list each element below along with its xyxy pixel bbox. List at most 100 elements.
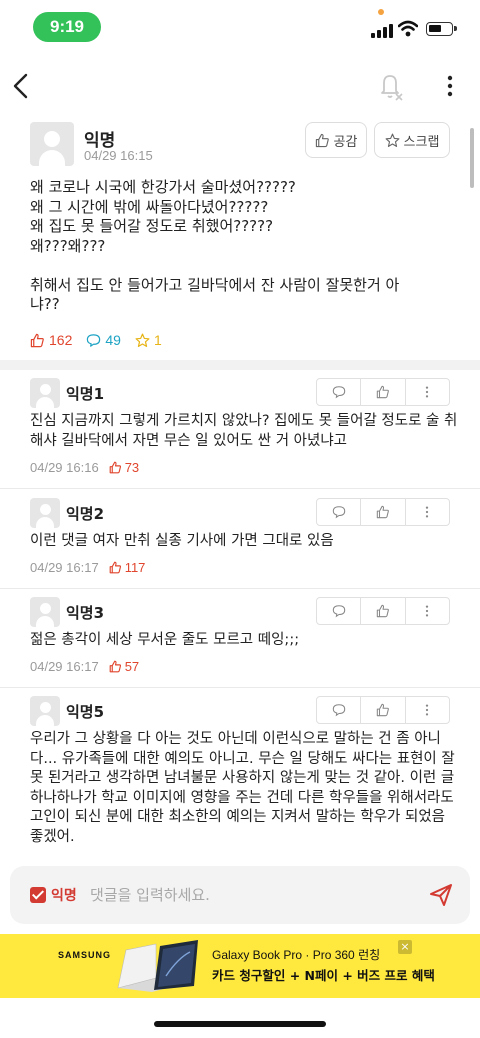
comment-separator (0, 687, 480, 688)
post-date: 04/29 16:15 (84, 148, 153, 163)
ad-subline: 카드 청구할인 + N페이 + 버즈 프로 혜택 (212, 968, 435, 983)
post-avatar (30, 122, 74, 166)
post-divider (0, 360, 480, 370)
comment-actions (316, 597, 450, 625)
more-vertical-icon (426, 704, 429, 716)
more-vertical-icon[interactable] (438, 70, 462, 102)
comment-reply-button[interactable] (317, 697, 362, 723)
status-time: 9:19 (33, 12, 101, 42)
post-scrap-label: 스크랩 (403, 134, 440, 150)
post-like-label: 공감 (333, 134, 358, 150)
thumbs-up-icon (109, 461, 121, 474)
more-vertical-icon (426, 605, 429, 617)
home-indicator[interactable] (154, 1021, 326, 1027)
post-comment-count: 49 (86, 332, 121, 348)
comment-text: 이런 댓글 여자 만취 실종 기사에 가면 그대로 있음 (30, 533, 334, 549)
tablet-image (154, 940, 198, 990)
comment-meta: 04/29 16:16 73 (30, 460, 139, 475)
comment-meta: 04/29 16:17 117 (30, 560, 145, 575)
thumbs-up-icon (376, 505, 389, 519)
comment-more-button[interactable] (406, 499, 449, 525)
post-body: 왜 코로나 시국에 한강가서 술마셨어????? 왜 그 시간에 밖에 싸돌아다… (30, 178, 400, 313)
comment-like-value: 73 (124, 460, 140, 475)
comment-author: 익명1 (66, 385, 105, 403)
ad-headline: Galaxy Book Pro · Pro 360 런칭 (212, 948, 381, 962)
comment-avatar (30, 597, 60, 627)
thumbs-up-icon (109, 561, 121, 574)
comment-reply-button[interactable] (317, 499, 362, 525)
anonymous-label[interactable]: 익명 (51, 885, 77, 905)
comment-date: 04/29 16:16 (30, 460, 99, 475)
thumbs-up-icon (109, 660, 121, 673)
thumbs-up-icon (376, 385, 389, 399)
speech-bubble-icon (332, 386, 345, 399)
post-scrap-button[interactable]: 스크랩 (374, 122, 450, 158)
comment-text: 진심 지금까지 그렇게 가르치지 않았나? 집에도 못 들어갈 정도로 술 취해… (30, 413, 458, 449)
anonymous-checkbox[interactable] (30, 887, 46, 903)
comment-reply-button[interactable] (317, 598, 362, 624)
comment-actions (316, 378, 450, 406)
comment-like-count: 73 (109, 460, 139, 475)
comment-text: 우리가 그 상황을 다 아는 것도 아닌데 이런식으로 말하는 건 좀 아니다.… (30, 731, 455, 845)
comment-date: 04/29 16:17 (30, 659, 99, 674)
comment-more-button[interactable] (406, 598, 449, 624)
comment-reply-button[interactable] (317, 379, 362, 405)
cellular-signal-icon (371, 24, 393, 38)
post-like-count: 162 (30, 332, 72, 348)
post-stats: 162 49 1 (30, 332, 162, 348)
thumbs-up-icon (376, 604, 389, 618)
bell-off-icon[interactable] (376, 70, 406, 102)
comment-avatar (30, 498, 60, 528)
thumbs-up-icon (315, 133, 329, 147)
star-icon (135, 333, 150, 347)
ad-close-icon[interactable]: × (398, 940, 412, 954)
comment-separator (0, 588, 480, 589)
comment-more-button[interactable] (406, 379, 449, 405)
comment-like-button[interactable] (361, 499, 406, 525)
thumbs-up-icon (30, 333, 44, 347)
comment-like-button[interactable] (361, 379, 406, 405)
comment-meta: 04/29 16:17 57 (30, 659, 139, 674)
comment-author: 익명5 (66, 703, 105, 721)
comment-input[interactable] (90, 880, 410, 910)
comment-like-count: 57 (109, 659, 139, 674)
top-navigation (0, 60, 480, 112)
speech-bubble-icon (87, 333, 101, 347)
comment-like-button[interactable] (361, 697, 406, 723)
star-icon (385, 133, 399, 147)
comment-avatar (30, 696, 60, 726)
speech-bubble-icon (332, 605, 345, 618)
ad-brand: SAMSUNG (58, 950, 112, 960)
post-comment-value: 49 (105, 332, 121, 348)
more-vertical-icon (426, 386, 429, 398)
post-scrap-value: 1 (153, 332, 162, 348)
speech-bubble-icon (332, 506, 345, 519)
privacy-indicator-dot (378, 9, 384, 15)
comment-separator (0, 488, 480, 489)
send-icon[interactable] (428, 882, 454, 908)
thumbs-up-icon (376, 703, 389, 717)
comment-text: 젊은 총각이 세상 무서운 줄도 모르고 떼잉;;; (30, 632, 300, 648)
status-bar: 9:19 (0, 0, 480, 56)
comment-like-value: 117 (124, 560, 146, 575)
comment-more-button[interactable] (406, 697, 449, 723)
comment-author: 익명2 (66, 505, 105, 523)
post-scrap-count: 1 (135, 332, 162, 348)
post-like-button[interactable]: 공감 (305, 122, 367, 158)
comment-avatar (30, 378, 60, 408)
comment-actions (316, 696, 450, 724)
comment-input-bar: 익명 (10, 866, 470, 924)
battery-icon (426, 22, 457, 36)
ad-banner[interactable]: SAMSUNG Galaxy Book Pro · Pro 360 런칭 카드 … (0, 934, 480, 998)
comment-actions (316, 498, 450, 526)
comment-like-value: 57 (124, 659, 140, 674)
comment-like-button[interactable] (361, 598, 406, 624)
comment-author: 익명3 (66, 604, 105, 622)
back-arrow-icon[interactable] (6, 70, 38, 102)
comment-date: 04/29 16:17 (30, 560, 99, 575)
more-vertical-icon (426, 506, 429, 518)
comment-like-count: 117 (109, 560, 146, 575)
post-like-value: 162 (49, 332, 73, 348)
wifi-icon (398, 20, 418, 37)
scroll-indicator[interactable] (470, 128, 474, 188)
